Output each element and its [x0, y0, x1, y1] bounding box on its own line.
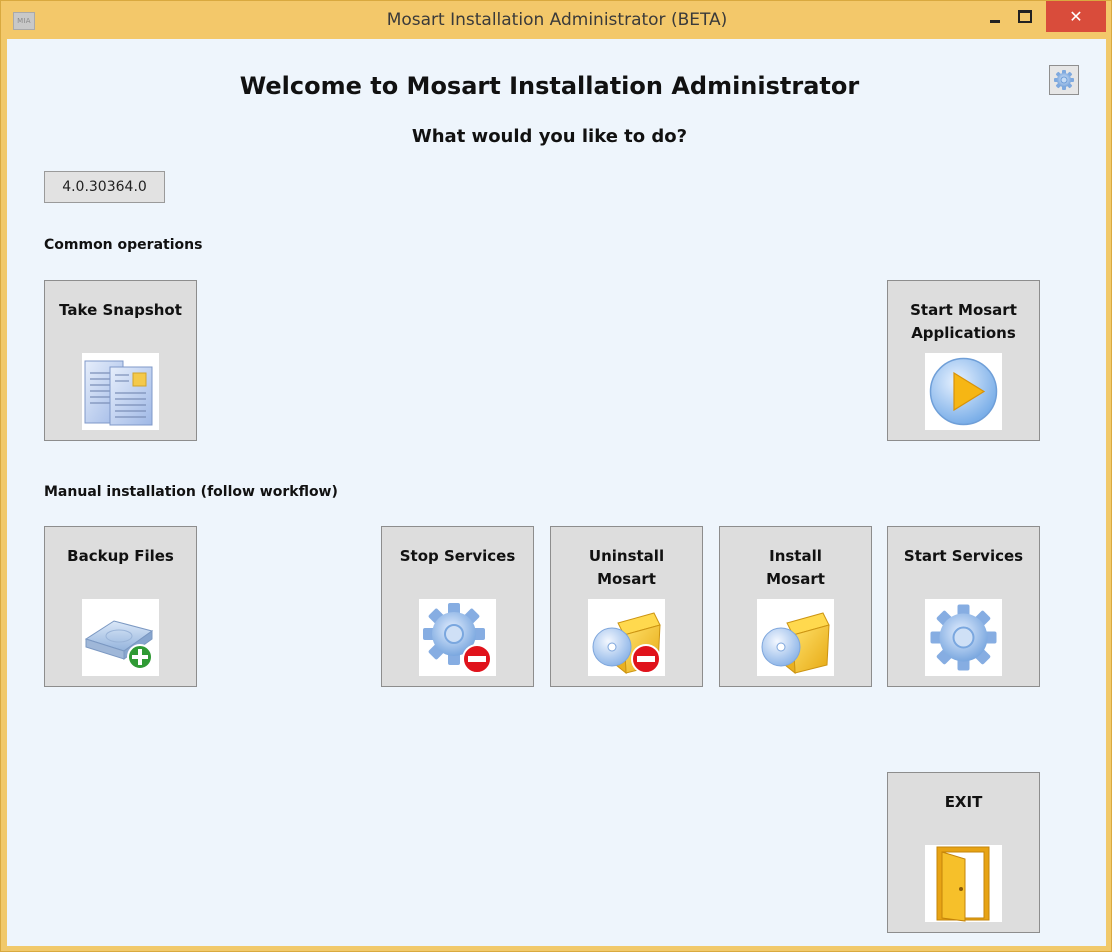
close-icon: ✕: [1069, 7, 1083, 26]
take-snapshot-label: Take Snapshot: [59, 301, 182, 319]
gear-stop-icon: [419, 599, 496, 676]
page-title: Welcome to Mosart Installation Administr…: [239, 72, 860, 100]
start-services-label: Start Services: [903, 547, 1024, 565]
backup-files-label: Backup Files: [67, 547, 174, 565]
play-icon: [925, 353, 1002, 430]
window-title: Mosart Installation Administrator (BETA): [386, 10, 728, 30]
minimize-icon: [990, 19, 1000, 23]
page-subtitle: What would you like to do?: [411, 126, 688, 147]
start-mosart-applications-button[interactable]: Start Mosart Applications: [887, 280, 1040, 441]
door-exit-icon: [925, 845, 1002, 922]
section-common-operations: Common operations: [44, 237, 203, 253]
exit-label: EXIT: [944, 793, 983, 811]
stop-services-button[interactable]: Stop Services: [381, 526, 534, 687]
package-install-icon: [757, 599, 834, 676]
uninstall-mosart-button[interactable]: Uninstall Mosart: [550, 526, 703, 687]
stop-services-label: Stop Services: [399, 547, 516, 565]
start-services-button[interactable]: Start Services: [887, 526, 1040, 687]
maximize-icon: [1018, 9, 1032, 23]
section-manual-installation: Manual installation (follow workflow): [44, 484, 338, 500]
package-remove-icon: [588, 599, 665, 676]
install-mosart-button[interactable]: Install Mosart: [719, 526, 872, 687]
disk-add-icon: [82, 599, 159, 676]
close-button[interactable]: ✕: [1046, 1, 1106, 32]
exit-button[interactable]: EXIT: [887, 772, 1040, 933]
backup-files-button[interactable]: Backup Files: [44, 526, 197, 687]
maximize-button[interactable]: [1006, 1, 1044, 31]
title-bar[interactable]: MIA Mosart Installation Administrator (B…: [1, 1, 1111, 39]
uninstall-mosart-label: Uninstall Mosart: [588, 547, 665, 588]
settings-button[interactable]: [1049, 65, 1079, 95]
install-mosart-label: Install Mosart: [766, 547, 825, 588]
gear-icon: [925, 599, 1002, 676]
snapshot-documents-icon: [82, 353, 159, 430]
app-window: MIA Mosart Installation Administrator (B…: [0, 0, 1112, 952]
take-snapshot-button[interactable]: Take Snapshot: [44, 280, 197, 441]
start-mosart-applications-label: Start Mosart Applications: [910, 301, 1017, 342]
gear-icon: [1054, 70, 1074, 90]
main-panel: Welcome to Mosart Installation Administr…: [7, 39, 1106, 946]
version-field: 4.0.30364.0: [44, 171, 165, 203]
